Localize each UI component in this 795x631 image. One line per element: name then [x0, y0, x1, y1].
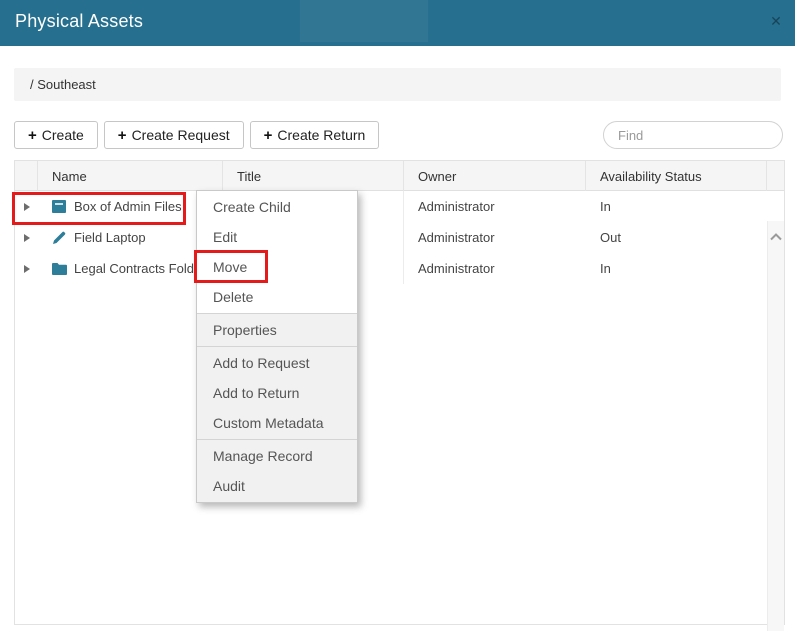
toolbar: + Create + Create Request + Create Retur…	[14, 121, 379, 149]
column-header-title[interactable]: Title	[223, 161, 404, 191]
create-button-label: Create	[42, 127, 84, 143]
menu-item-audit[interactable]: Audit	[197, 471, 357, 501]
modal-header: Physical Assets ✕	[0, 0, 795, 46]
create-request-button-label: Create Request	[132, 127, 230, 143]
table-row[interactable]: Box of Admin Files Administrator In	[15, 191, 784, 222]
context-menu: Create Child Edit Move Delete Properties…	[196, 190, 358, 503]
archive-box-icon	[52, 200, 67, 214]
menu-item-move[interactable]: Move	[197, 252, 357, 282]
context-menu-group: Create Child Edit Move Delete	[197, 191, 357, 313]
menu-item-add-to-return[interactable]: Add to Return	[197, 378, 357, 408]
column-header-owner[interactable]: Owner	[404, 161, 586, 191]
context-menu-group: Add to Request Add to Return Custom Meta…	[197, 346, 357, 439]
folder-icon	[52, 262, 67, 276]
expand-arrow-icon[interactable]	[24, 234, 30, 242]
header-highlight-patch	[300, 0, 428, 42]
row-availability: Out	[586, 222, 767, 253]
modal-title: Physical Assets	[15, 11, 143, 32]
menu-item-custom-metadata[interactable]: Custom Metadata	[197, 408, 357, 438]
chevron-up-icon[interactable]	[770, 233, 782, 241]
row-availability: In	[586, 253, 767, 284]
row-name: Legal Contracts Folder	[74, 261, 206, 276]
context-menu-group: Properties	[197, 313, 357, 346]
breadcrumb: / Southeast	[14, 68, 781, 101]
plus-icon: +	[264, 127, 273, 144]
table-body: Box of Admin Files Administrator In Fiel…	[15, 191, 784, 625]
context-menu-group: Manage Record Audit	[197, 439, 357, 502]
plus-icon: +	[118, 127, 127, 144]
create-return-button-label: Create Return	[277, 127, 365, 143]
expand-arrow-icon[interactable]	[24, 265, 30, 273]
pencil-icon	[52, 231, 67, 245]
row-owner: Administrator	[404, 222, 586, 253]
menu-item-properties[interactable]: Properties	[197, 315, 357, 345]
column-header-name[interactable]: Name	[38, 161, 223, 191]
table-row[interactable]: Legal Contracts Folder Administrator In	[15, 253, 784, 284]
create-request-button[interactable]: + Create Request	[104, 121, 244, 149]
close-icon[interactable]: ✕	[766, 11, 786, 31]
menu-item-create-child[interactable]: Create Child	[197, 192, 357, 222]
row-owner: Administrator	[404, 253, 586, 284]
breadcrumb-path[interactable]: / Southeast	[30, 77, 96, 92]
row-owner: Administrator	[404, 191, 586, 222]
scrollbar-column-header	[767, 161, 784, 191]
find-input[interactable]	[603, 121, 783, 149]
row-name: Box of Admin Files	[74, 199, 182, 214]
menu-item-add-to-request[interactable]: Add to Request	[197, 348, 357, 378]
menu-item-edit[interactable]: Edit	[197, 222, 357, 252]
column-header-availability[interactable]: Availability Status	[586, 161, 767, 191]
plus-icon: +	[28, 127, 37, 144]
expand-arrow-icon[interactable]	[24, 203, 30, 211]
row-availability: In	[586, 191, 767, 222]
create-button[interactable]: + Create	[14, 121, 98, 149]
menu-item-delete[interactable]: Delete	[197, 282, 357, 312]
table-row[interactable]: Field Laptop Administrator Out	[15, 222, 784, 253]
table-header-row: Name Title Owner Availability Status	[15, 161, 784, 191]
row-name: Field Laptop	[74, 230, 146, 245]
menu-item-manage-record[interactable]: Manage Record	[197, 441, 357, 471]
vertical-scrollbar[interactable]	[767, 221, 784, 631]
assets-table: Name Title Owner Availability Status Box…	[14, 160, 785, 625]
create-return-button[interactable]: + Create Return	[250, 121, 380, 149]
expander-column-header	[15, 161, 38, 191]
